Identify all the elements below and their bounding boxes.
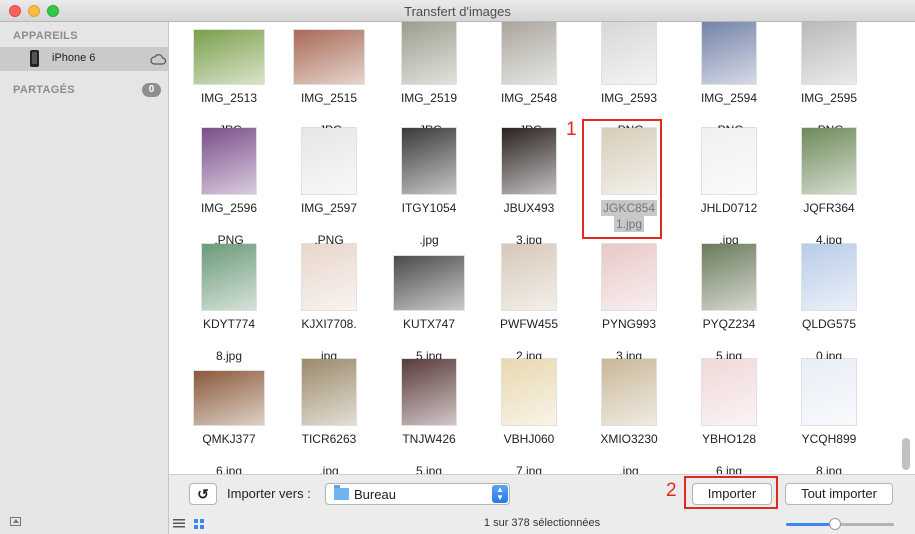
photo-tile[interactable]: VBHJ060 7.jpg [479,321,579,474]
photo-filename: YBHO128 6.jpg [679,431,779,474]
filename-line-1: YCQH899 [801,432,857,446]
photo-thumbnail [294,30,364,84]
rotate-icon: ↺ [197,486,209,502]
photo-filename: VBHJ060 7.jpg [479,431,579,474]
title-bar: Transfert d'images [0,0,915,22]
photo-thumbnail [702,128,756,194]
scrollbar-thumb[interactable] [902,438,910,470]
photo-thumbnail [702,22,756,84]
rotate-button[interactable]: ↺ [189,483,217,505]
photo-tile[interactable]: YCQH899 8.jpg [779,321,879,474]
photo-thumbnail [802,128,856,194]
sidebar-item-iphone[interactable]: iPhone 6 [0,47,168,71]
photo-thumbnail [194,30,264,84]
sidebar: APPAREILS iPhone 6 PARTAGÉS 0 [0,22,169,534]
photo-thumbnail [502,22,556,84]
folder-icon [334,485,349,500]
filename-line-1: VBHJ060 [503,432,555,446]
devices-header: APPAREILS [13,30,78,42]
filename-line-2: 6.jpg [715,464,743,474]
photo-thumbnail [802,359,856,425]
cloud-icon [150,54,166,65]
zoom-slider[interactable] [786,518,894,530]
photo-thumbnail [602,359,656,425]
photo-thumbnail [202,244,256,310]
status-bar: 1 sur 378 sélectionnées [169,514,915,534]
photo-thumbnail [402,128,456,194]
thumbnail-grid: IMG_2513.JPGIMG_2515.JPGIMG_2519.JPGIMG_… [169,22,915,474]
photo-tile[interactable]: TNJW426 5.jpg [379,321,479,474]
photo-tile[interactable]: XMIO3230 .jpg [579,321,679,474]
device-label: iPhone 6 [52,52,96,64]
annotation-box-2 [684,476,778,509]
filename-line-2: 6.jpg [215,464,243,474]
chevron-updown-icon: ▲ ▼ [492,485,508,503]
import-toolbar: ↺ Importer vers : Bureau ▲ ▼ Importer Tou… [169,474,915,514]
photo-thumbnail [702,359,756,425]
zoom-slider-fill [786,523,835,526]
filename-line-2: 5.jpg [415,464,443,474]
photo-thumbnail [702,244,756,310]
destination-value: Bureau [354,487,396,502]
photo-tile[interactable]: YBHO128 6.jpg [679,321,779,474]
photo-filename: QMKJ377 6.jpg [179,431,279,474]
zoom-slider-knob[interactable] [828,518,841,530]
photo-thumbnail [502,359,556,425]
destination-select[interactable]: Bureau ▲ ▼ [325,483,510,505]
photo-thumbnail [602,22,656,84]
photo-thumbnail [302,359,356,425]
filename-line-1: TICR6263 [301,432,357,446]
photo-thumbnail [802,22,856,84]
filename-line-2: .jpg [319,464,339,474]
photo-filename: TICR6263 .jpg [279,431,379,474]
import-to-label: Importer vers : [227,486,311,501]
photo-thumbnail [302,244,356,310]
photo-tile[interactable]: QMKJ377 6.jpg [179,321,279,474]
shared-count-badge: 0 [142,83,161,97]
filename-line-2: 8.jpg [815,464,843,474]
annotation-marker-1: 1 [566,119,577,140]
filename-line-2: .jpg [619,464,639,474]
iphone-icon [30,50,39,67]
photo-thumbnail [502,244,556,310]
photo-thumbnail [602,244,656,310]
photo-thumbnail [302,128,356,194]
photo-filename: TNJW426 5.jpg [379,431,479,474]
photo-filename: XMIO3230 .jpg [579,431,679,474]
annotation-box-1 [582,119,662,239]
photo-thumbnail [402,22,456,84]
window-title: Transfert d'images [404,4,511,19]
photo-thumbnail [394,256,464,310]
filename-line-1: XMIO3230 [600,432,658,446]
import-all-button[interactable]: Tout importer [785,483,893,505]
filename-line-1: TNJW426 [402,432,456,446]
annotation-marker-2: 2 [666,480,677,501]
photo-tile[interactable]: TICR6263 .jpg [279,321,379,474]
photo-filename: YCQH899 8.jpg [779,431,879,474]
filename-line-1: QMKJ377 [202,432,256,446]
photo-thumbnail [194,371,264,425]
photo-thumbnail [402,359,456,425]
filename-line-2: 7.jpg [515,464,543,474]
shared-header: PARTAGÉS [13,84,75,96]
filename-line-1: YBHO128 [701,432,757,446]
photo-thumbnail [802,244,856,310]
eject-icon[interactable] [10,517,21,526]
photo-thumbnail [502,128,556,194]
photo-thumbnail [202,128,256,194]
